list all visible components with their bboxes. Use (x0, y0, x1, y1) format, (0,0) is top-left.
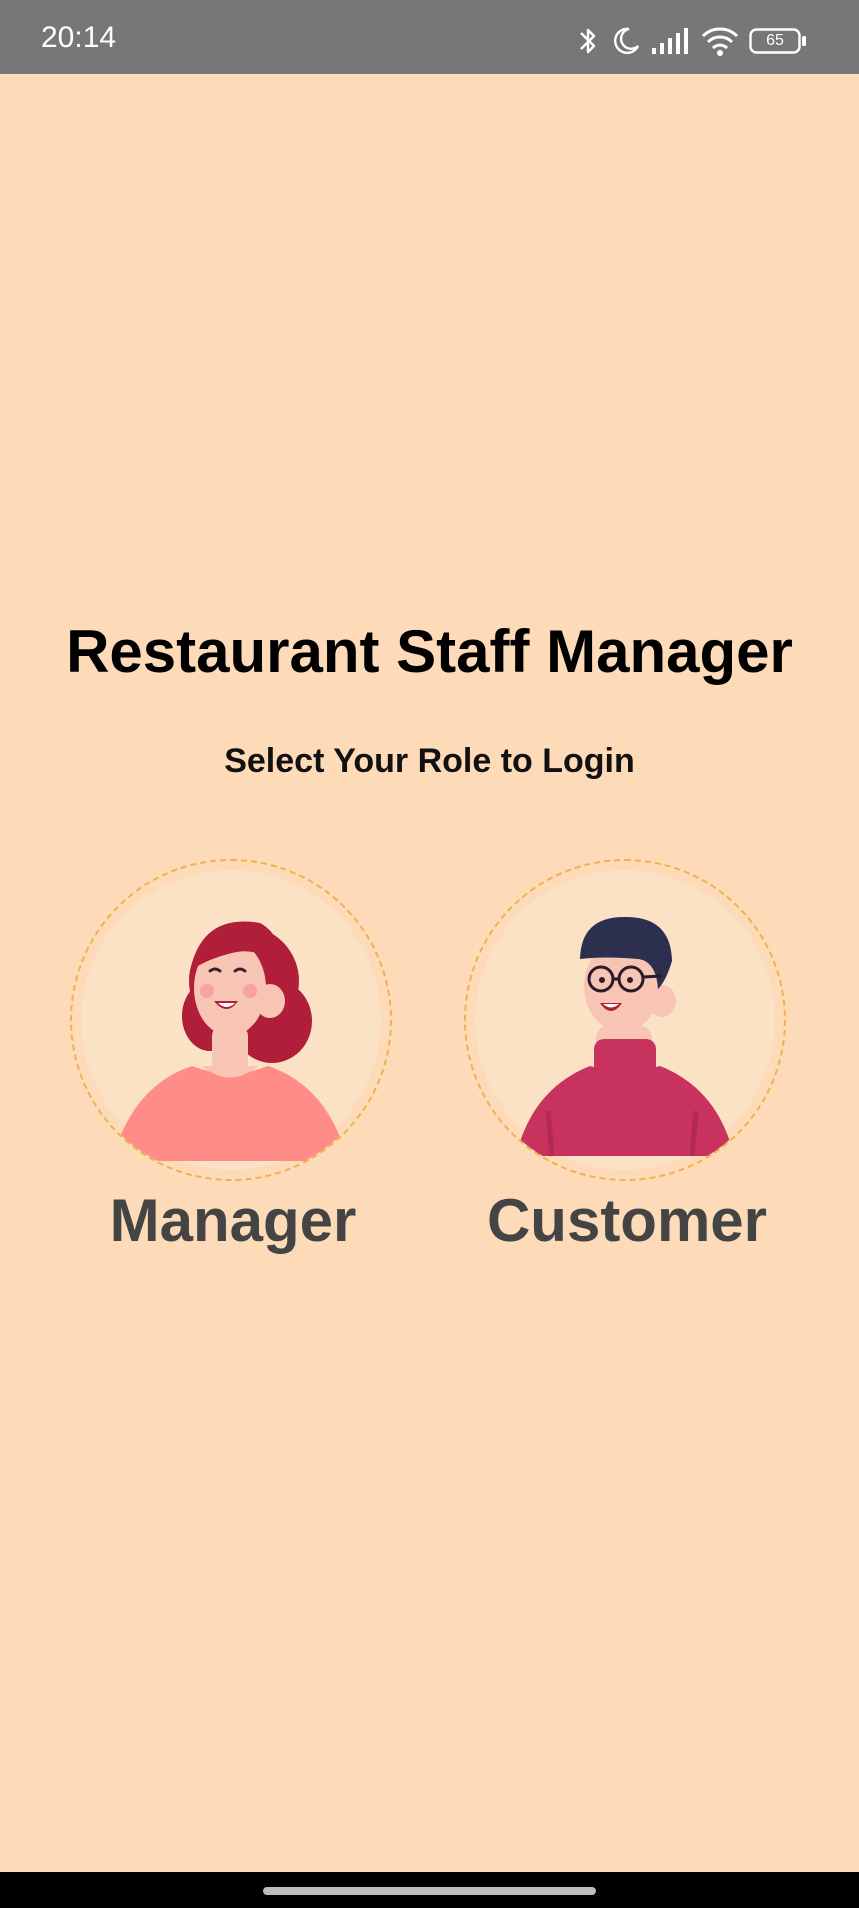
page-subtitle: Select Your Role to Login (224, 742, 635, 780)
signal-icon (652, 28, 688, 54)
customer-label[interactable]: Customer (464, 1185, 790, 1257)
status-bar: 20:14 65 (0, 0, 859, 74)
customer-role-button[interactable]: Customer (464, 859, 790, 1257)
page-title: Restaurant Staff Manager (66, 618, 793, 685)
manager-role-button[interactable]: Manager (70, 859, 396, 1257)
home-indicator[interactable] (263, 1887, 596, 1895)
woman-avatar-icon (81, 870, 381, 1170)
navigation-bar (0, 1872, 859, 1908)
status-time: 20:14 (41, 21, 117, 54)
customer-avatar[interactable] (464, 859, 786, 1181)
manager-avatar[interactable] (70, 859, 392, 1181)
battery-icon: 65 (749, 28, 807, 54)
status-icons: 65 (577, 24, 807, 58)
bluetooth-icon (580, 28, 596, 54)
man-avatar-icon (475, 870, 775, 1170)
moon-icon (614, 27, 640, 55)
manager-label[interactable]: Manager (70, 1185, 396, 1257)
wifi-icon (701, 27, 739, 56)
battery-level: 65 (766, 32, 784, 49)
